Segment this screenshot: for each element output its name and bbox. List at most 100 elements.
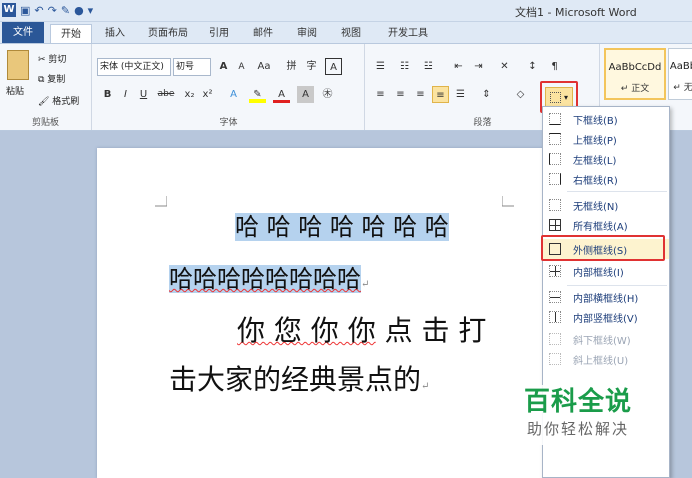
enclosed-char-icon[interactable]: ㊍ — [319, 86, 336, 103]
shrink-font-button[interactable]: A — [233, 59, 250, 76]
bold-button[interactable]: B — [99, 86, 116, 103]
margin-corner-mark — [155, 196, 167, 207]
text-line-3a: 你 您 你 你 — [237, 314, 376, 347]
tab-references[interactable]: 引用 — [202, 24, 236, 43]
font-name-combo[interactable]: 宋体 (中文正文) — [97, 58, 171, 76]
tab-view[interactable]: 视图 — [334, 24, 368, 43]
sort-icon[interactable]: ↕ — [524, 58, 541, 75]
font-group-label: 字体 — [219, 118, 238, 128]
text-line-4: 击大家的经典景点的 — [169, 363, 422, 396]
tab-review[interactable]: 审阅 — [290, 24, 324, 43]
menu-label-diagonal-up: 斜上框线(U) — [573, 356, 629, 367]
tab-page-layout[interactable]: 页面布局 — [140, 24, 196, 43]
change-case-button[interactable]: Aa — [253, 58, 275, 75]
paragraph-mark: ↵ — [361, 279, 370, 290]
menu-item-inside-borders[interactable]: 内部框线(I) — [543, 261, 669, 281]
distributed-icon[interactable]: ☰ — [452, 86, 469, 103]
clipboard-group: 粘贴 ✂ 剪切 ⧉ 复制 🖌 格式刷 剪贴板 — [0, 44, 92, 130]
paragraph-mark-2: ↵ — [421, 381, 430, 392]
highlight-icon[interactable]: ✎ — [249, 86, 266, 103]
enclose-char-icon[interactable]: 字 — [303, 58, 320, 75]
style-normal[interactable]: AaBbCcDd ↵ 正文 — [604, 48, 666, 100]
format-painter-qat-icon[interactable]: ✎ — [61, 4, 70, 17]
grow-font-button[interactable]: A — [215, 58, 232, 75]
char-border-icon[interactable]: A — [325, 58, 342, 75]
tab-mailings[interactable]: 邮件 — [246, 24, 280, 43]
text-effects-icon[interactable]: A — [225, 86, 242, 103]
format-painter-button[interactable]: 🖌 格式刷 — [38, 94, 79, 107]
menu-item-diagonal-up[interactable]: 斜上框线(U) — [543, 349, 669, 369]
decrease-indent-icon[interactable]: ⇤ — [450, 58, 467, 75]
menu-item-no-border[interactable]: 无框线(N) — [543, 195, 669, 215]
menu-item-bottom-border[interactable]: 下框线(B) — [543, 109, 669, 129]
color-icon[interactable]: ● — [74, 4, 84, 17]
outside-borders-callout — [541, 235, 665, 261]
paste-icon[interactable] — [7, 50, 29, 80]
tab-home[interactable]: 开始 — [50, 24, 92, 44]
undo-icon[interactable]: ↶ — [34, 4, 43, 17]
style-no-spacing[interactable]: AaBb ↵ 无 — [668, 48, 692, 100]
menu-label-left-border: 左框线(L) — [573, 156, 617, 167]
document-page[interactable]: 哈 哈 哈 哈 哈 哈 哈 哈哈哈哈哈哈哈哈↵ 你 您 你 你 点 击 打 击大… — [97, 148, 577, 478]
doc-line-1[interactable]: 哈 哈 哈 哈 哈 哈 哈 — [235, 208, 449, 246]
watermark-subtitle: 助你轻松解决 — [526, 420, 629, 438]
show-marks-icon[interactable]: ¶ — [546, 58, 563, 75]
underline-button[interactable]: U — [135, 86, 152, 103]
all-borders-icon — [549, 219, 561, 231]
justify-icon[interactable]: ≡ — [432, 86, 449, 103]
font-color-icon[interactable]: A — [273, 86, 290, 103]
style-normal-sample: AaBbCcDd — [608, 62, 662, 73]
bottom-border-icon — [549, 113, 561, 125]
align-right-icon[interactable]: ≡ — [412, 86, 429, 103]
menu-label-right-border: 右框线(R) — [573, 176, 618, 187]
paste-button[interactable]: 粘贴 — [6, 84, 24, 97]
char-shading-icon[interactable]: A — [297, 86, 314, 103]
phonetic-guide-icon[interactable]: 拼 — [283, 58, 300, 75]
cut-button[interactable]: ✂ 剪切 — [38, 52, 66, 65]
tab-insert[interactable]: 插入 — [98, 24, 132, 43]
customize-qat-icon[interactable]: ▾ — [88, 4, 94, 17]
menu-separator — [567, 191, 667, 192]
italic-button[interactable]: I — [117, 86, 134, 103]
menu-label-all-borders: 所有框线(A) — [573, 222, 628, 233]
watermark-title: 百科全说 — [523, 387, 632, 417]
redo-icon[interactable]: ↷ — [48, 4, 57, 17]
copy-icon: ⧉ — [38, 75, 48, 85]
text-line-3b: 点 击 打 — [375, 314, 487, 347]
font-group: 宋体 (中文正文) 初号 A A Aa 拼 字 A B I U abe x₂ x… — [93, 44, 365, 130]
tab-file[interactable]: 文件 — [2, 22, 44, 43]
align-center-icon[interactable]: ≡ — [392, 86, 409, 103]
window-title: 文档1 - Microsoft Word — [515, 6, 637, 19]
selected-text-line-2: 哈哈哈哈哈哈哈哈 — [169, 265, 361, 293]
menu-item-top-border[interactable]: 上框线(P) — [543, 129, 669, 149]
line-spacing-icon[interactable]: ⇕ — [478, 86, 495, 103]
chinese-layout-icon[interactable]: ✕ — [496, 58, 513, 75]
menu-item-right-border[interactable]: 右框线(R) — [543, 169, 669, 189]
doc-line-4[interactable]: 击大家的经典景点的↵ — [169, 360, 429, 407]
multilevel-list-icon[interactable]: ☳ — [420, 58, 437, 75]
title-bar: W ▣ ↶ ↷ ✎ ● ▾ 文档1 - Microsoft Word — [0, 0, 692, 22]
strikethrough-button[interactable]: abe — [155, 86, 177, 103]
align-left-icon[interactable]: ≡ — [372, 86, 389, 103]
copy-button[interactable]: ⧉ 复制 — [38, 72, 65, 85]
font-size-combo[interactable]: 初号 — [173, 58, 211, 76]
subscript-button[interactable]: x₂ — [181, 86, 198, 103]
menu-item-inside-horizontal[interactable]: 内部横框线(H) — [543, 287, 669, 307]
bullets-icon[interactable]: ☰ — [372, 58, 389, 75]
shading-icon[interactable]: ◇ — [512, 86, 529, 103]
menu-separator-2 — [567, 285, 667, 286]
numbering-icon[interactable]: ☷ — [396, 58, 413, 75]
clipboard-group-label: 剪贴板 — [31, 118, 59, 128]
diagonal-down-icon — [549, 333, 561, 345]
save-icon[interactable]: ▣ — [20, 4, 30, 17]
doc-line-3[interactable]: 你 您 你 你 点 击 打 — [237, 311, 486, 351]
tab-developer[interactable]: 开发工具 — [380, 24, 436, 43]
ribbon-tabs: 文件 开始 插入 页面布局 引用 邮件 审阅 视图 开发工具 — [0, 22, 692, 44]
menu-item-left-border[interactable]: 左框线(L) — [543, 149, 669, 169]
menu-item-inside-vertical[interactable]: 内部竖框线(V) — [543, 307, 669, 327]
increase-indent-icon[interactable]: ⇥ — [470, 58, 487, 75]
menu-item-diagonal-down[interactable]: 斜下框线(W) — [543, 329, 669, 349]
superscript-button[interactable]: x² — [199, 86, 216, 103]
doc-line-2[interactable]: 哈哈哈哈哈哈哈哈↵ — [169, 260, 369, 304]
menu-item-all-borders[interactable]: 所有框线(A) — [543, 215, 669, 235]
